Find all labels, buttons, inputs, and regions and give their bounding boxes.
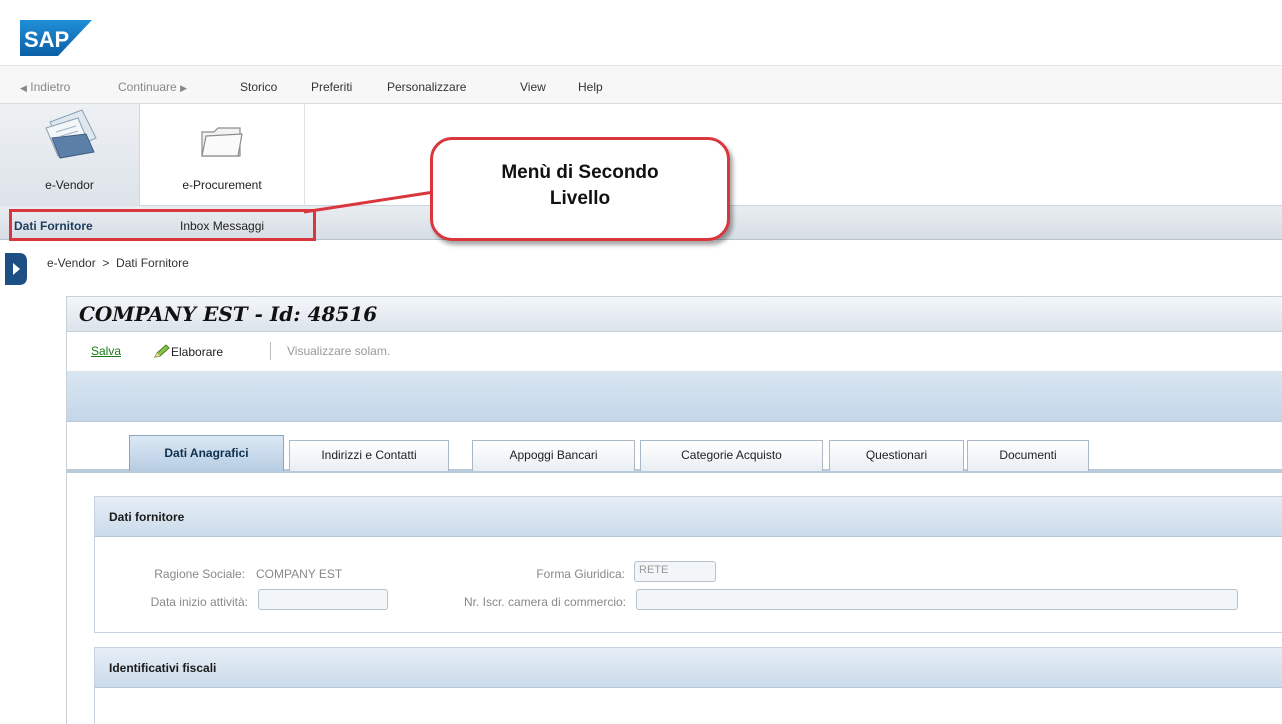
section-header: Dati fornitore [95, 497, 1282, 537]
edit-button[interactable]: Elaborare [153, 344, 223, 359]
breadcrumb: e-Vendor > Dati Fornitore [47, 256, 189, 270]
chamber-of-commerce-label: Nr. Iscr. camera di commercio: [463, 595, 626, 609]
page-toolbar: Salva Elaborare Visualizzare solam. [67, 332, 1282, 372]
favorites-menu-item[interactable]: Preferiti [311, 80, 352, 94]
history-menu-item[interactable]: Storico [240, 80, 277, 94]
header-band [67, 372, 1282, 422]
tab-questionari[interactable]: Questionari [829, 440, 964, 471]
svg-text:SAP: SAP [24, 27, 69, 52]
section-title: Identificativi fiscali [109, 661, 217, 675]
tax-identifiers-section: Identificativi fiscali [94, 647, 1282, 724]
folder-icon [201, 127, 243, 157]
submenu-item-inbox-messaggi[interactable]: Inbox Messaggi [180, 219, 264, 233]
pencil-icon [154, 344, 170, 358]
company-name-label: Ragione Sociale: [154, 567, 245, 581]
forward-menu-item[interactable]: Continuare ▶ [118, 80, 187, 94]
annotation-callout: Menù di Secondo Livello [430, 137, 730, 241]
company-name-value: COMPANY EST [256, 567, 343, 581]
documents-icon [45, 109, 97, 159]
callout-connector [303, 190, 435, 214]
back-arrow-icon: ◀ [20, 83, 27, 93]
page-title: COMPANY EST - Id: 48516 [79, 302, 378, 326]
callout-line-1: Menù di Secondo [501, 162, 659, 183]
view-menu-item[interactable]: View [520, 80, 546, 94]
supplier-data-section: Dati fornitore Ragione Sociale: COMPANY … [94, 496, 1282, 633]
section-title: Dati fornitore [109, 510, 185, 524]
portal-menubar: ◀ Indietro Continuare ▶ Storico Preferit… [0, 66, 1282, 104]
tile-label: e-Vendor [45, 178, 94, 192]
chamber-of-commerce-field[interactable] [636, 589, 1238, 610]
sap-logo: SAP [20, 20, 92, 56]
section-header: Identificativi fiscali [95, 648, 1282, 688]
forward-arrow-icon: ▶ [180, 83, 187, 93]
save-button[interactable]: Salva [91, 344, 121, 358]
tab-appoggi-bancari[interactable]: Appoggi Bancari [472, 440, 635, 471]
help-menu-item[interactable]: Help [578, 80, 603, 94]
tile-e-procurement[interactable]: e-Procurement [140, 104, 305, 206]
content-panel: COMPANY EST - Id: 48516 Salva Elaborare … [66, 296, 1282, 724]
expand-navigation-icon[interactable] [5, 251, 27, 287]
tile-e-vendor[interactable]: e-Vendor [0, 104, 140, 206]
sap-portal-window: SAP ◀ Indietro Continuare ▶ Storico Pref… [0, 0, 1282, 724]
portal-header: SAP [0, 0, 1282, 66]
start-date-field[interactable] [258, 589, 388, 610]
legal-form-field[interactable]: RETE [634, 561, 716, 582]
tile-label: e-Procurement [182, 178, 262, 192]
tab-categorie-acquisto[interactable]: Categorie Acquisto [640, 440, 823, 471]
page-title-bar: COMPANY EST - Id: 48516 [67, 296, 1282, 332]
submenu-item-dati-fornitore[interactable]: Dati Fornitore [14, 219, 93, 233]
start-date-label: Data inizio attività: [150, 595, 248, 609]
legal-form-label: Forma Giuridica: [536, 567, 625, 581]
callout-line-2: Livello [549, 188, 611, 209]
view-only-button[interactable]: Visualizzare solam. [287, 344, 390, 358]
toolbar-separator [270, 342, 271, 360]
tab-documenti[interactable]: Documenti [967, 440, 1089, 471]
back-menu-item[interactable]: ◀ Indietro [20, 80, 70, 94]
tab-dati-anagrafici[interactable]: Dati Anagrafici [129, 435, 284, 471]
personalize-menu-item[interactable]: Personalizzare [387, 80, 466, 94]
tab-strip: Dati Anagrafici Indirizzi e Contatti App… [67, 422, 1282, 476]
tab-indirizzi-e-contatti[interactable]: Indirizzi e Contatti [289, 440, 449, 471]
